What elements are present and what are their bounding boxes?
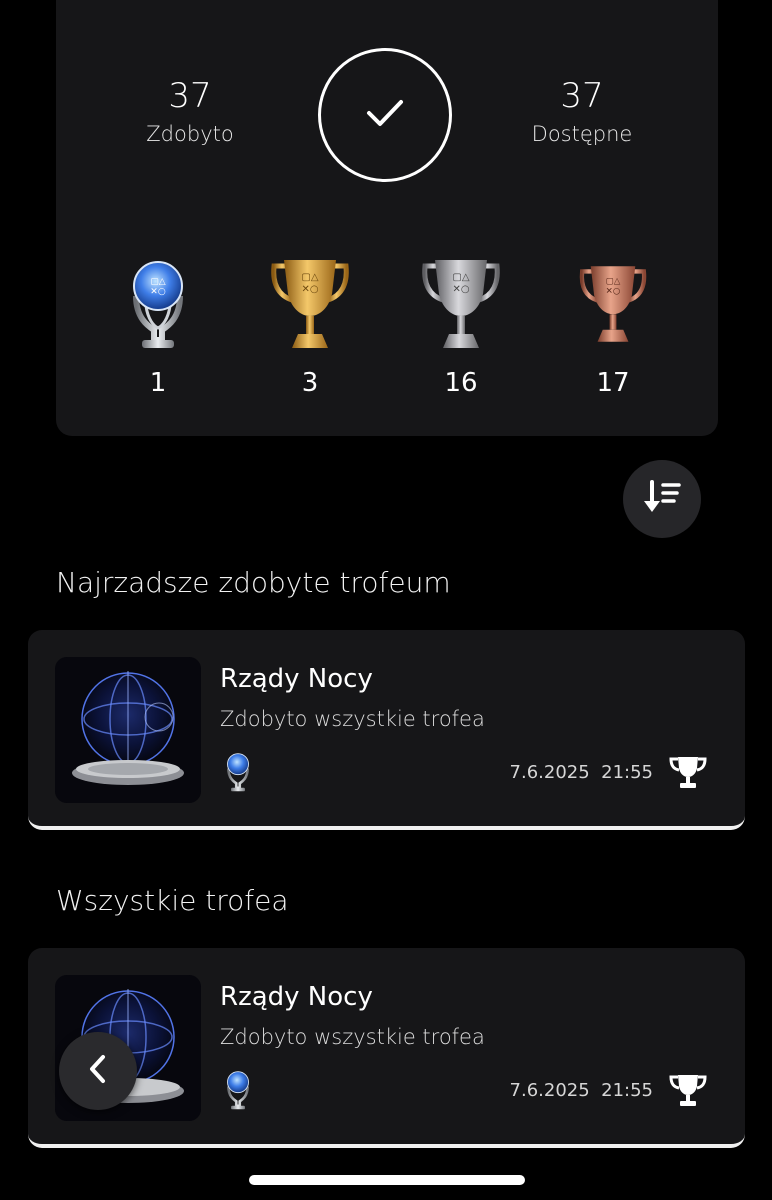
available-label: Dostępne bbox=[531, 122, 633, 146]
svg-text:✕○: ✕○ bbox=[452, 284, 469, 295]
all-trophies-card[interactable]: Rządy Nocy Zdobyto wszystkie trofea 7.6.… bbox=[28, 948, 745, 1148]
svg-text:✕○: ✕○ bbox=[606, 287, 621, 297]
trophy-icon bbox=[669, 754, 707, 794]
trophy-icon bbox=[669, 1072, 707, 1112]
platinum-trophy-icon bbox=[224, 750, 252, 798]
silver-count: 16 bbox=[444, 368, 478, 398]
trophy-summary-card: 37 Zdobyto 37 Dostępne ▢△ ✕○ 1 ▢△ ✕○ 3 ▢… bbox=[56, 0, 718, 436]
earned-label: Zdobyto bbox=[146, 122, 234, 146]
gold-trophy-icon: ▢△ ✕○ bbox=[260, 256, 360, 352]
all-trophies-section-title: Wszystkie trofea bbox=[56, 884, 289, 917]
platinum-trophy-icon: ▢△ ✕○ bbox=[108, 256, 208, 352]
svg-text:✕○: ✕○ bbox=[301, 284, 318, 295]
earned-datetime: 7.6.2025 21:55 bbox=[510, 762, 653, 783]
trophy-title: Rządy Nocy bbox=[220, 982, 373, 1012]
earned-stat: 37 Zdobyto bbox=[110, 76, 270, 146]
platinum-trophy-icon bbox=[224, 1068, 252, 1116]
rarest-trophy-card[interactable]: Rządy Nocy Zdobyto wszystkie trofea 7.6.… bbox=[28, 630, 745, 830]
silver-trophy-icon: ▢△ ✕○ bbox=[411, 256, 511, 352]
earned-time: 21:55 bbox=[601, 762, 653, 783]
sort-button[interactable] bbox=[623, 460, 701, 538]
earned-date: 7.6.2025 bbox=[509, 762, 590, 783]
chevron-left-icon bbox=[86, 1053, 110, 1089]
available-stat: 37 Dostępne bbox=[502, 76, 662, 146]
svg-text:▢△: ▢△ bbox=[606, 276, 621, 286]
earned-date: 7.6.2025 bbox=[509, 1080, 590, 1101]
available-count: 37 bbox=[560, 76, 604, 116]
silver-trophy-stat: ▢△ ✕○ 16 bbox=[411, 256, 511, 398]
svg-text:▢△: ▢△ bbox=[452, 272, 469, 283]
gold-count: 3 bbox=[301, 368, 319, 398]
rarest-section-title: Najrzadsze zdobyte trofeum bbox=[56, 566, 451, 599]
bronze-trophy-stat: ▢△ ✕○ 17 bbox=[563, 256, 663, 398]
svg-text:▢△: ▢△ bbox=[150, 277, 166, 287]
trophy-description: Zdobyto wszystkie trofea bbox=[220, 707, 485, 731]
trophy-title: Rządy Nocy bbox=[220, 664, 373, 694]
earned-time: 21:55 bbox=[601, 1080, 653, 1101]
svg-text:▢△: ▢△ bbox=[301, 272, 318, 283]
trophy-artwork bbox=[55, 657, 201, 803]
bronze-count: 17 bbox=[596, 368, 630, 398]
home-indicator[interactable] bbox=[249, 1175, 525, 1185]
bronze-trophy-icon: ▢△ ✕○ bbox=[563, 256, 663, 352]
earned-count: 37 bbox=[168, 76, 212, 116]
sort-icon bbox=[643, 479, 681, 519]
gold-trophy-stat: ▢△ ✕○ 3 bbox=[260, 256, 360, 398]
platinum-count: 1 bbox=[149, 368, 167, 398]
svg-text:✕○: ✕○ bbox=[150, 287, 166, 297]
trophy-description: Zdobyto wszystkie trofea bbox=[220, 1025, 485, 1049]
earned-datetime: 7.6.2025 21:55 bbox=[510, 1080, 653, 1101]
back-button[interactable] bbox=[59, 1032, 137, 1110]
platinum-trophy-stat: ▢△ ✕○ 1 bbox=[108, 256, 208, 398]
check-icon bbox=[365, 97, 405, 133]
completion-ring bbox=[318, 48, 452, 182]
